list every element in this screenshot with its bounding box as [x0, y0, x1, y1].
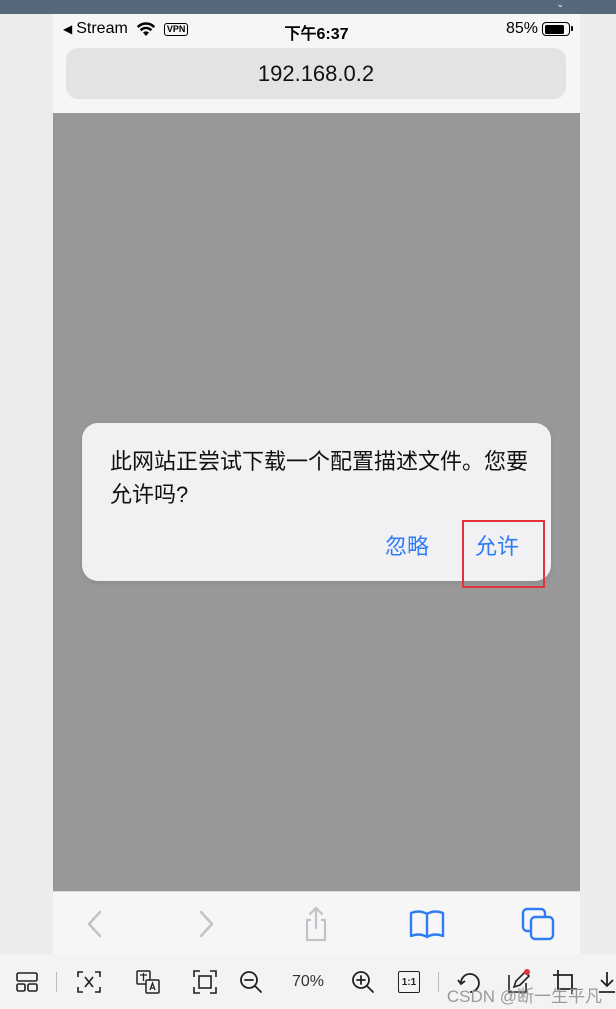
zoom-level[interactable]: 70%	[284, 968, 332, 996]
extract-text-button[interactable]	[76, 968, 102, 996]
address-bar[interactable]: 192.168.0.2	[66, 48, 566, 99]
actual-size-button[interactable]: 1:1	[396, 968, 422, 996]
fit-screen-icon	[193, 970, 217, 994]
share-button[interactable]	[298, 906, 334, 942]
dialog-message: 此网站正尝试下载一个配置描述文件。您要允许吗?	[110, 449, 529, 507]
tabs-button[interactable]	[520, 906, 556, 942]
zoom-out-icon	[240, 971, 262, 993]
actual-size-icon: 1:1	[398, 971, 420, 993]
window-top-strip: ⌄	[0, 0, 616, 14]
battery-fill	[544, 24, 565, 34]
zoom-in-button[interactable]	[350, 968, 376, 996]
bookmarks-icon	[409, 910, 445, 939]
extract-text-icon	[77, 971, 101, 993]
layout-icon	[16, 972, 38, 992]
fit-screen-button[interactable]	[192, 968, 218, 996]
forward-button[interactable]	[188, 906, 224, 942]
ignore-button[interactable]: 忽略	[385, 529, 429, 561]
safari-toolbar	[53, 891, 580, 954]
layout-button[interactable]	[14, 968, 40, 996]
translate-button[interactable]	[135, 968, 161, 996]
watermark: CSDN @断一生平凡	[446, 987, 602, 1006]
image-viewer-toolbar: 70% 1:1 CSDN @断一生平凡	[0, 954, 616, 1009]
back-button[interactable]	[77, 906, 113, 942]
battery-status: 85%	[505, 20, 573, 38]
status-bar: ◀ Stream VPN 下午6:37 85%	[53, 14, 580, 46]
zoom-out-button[interactable]	[238, 968, 264, 996]
chevron-down-icon: ⌄	[556, 0, 564, 9]
battery-percent: 85%	[505, 20, 538, 37]
status-time: 下午6:37	[284, 26, 349, 43]
toolbar-divider	[56, 972, 57, 992]
allow-highlight-box	[462, 520, 545, 588]
back-icon	[87, 910, 102, 938]
tabs-icon	[521, 907, 555, 941]
forward-icon	[199, 910, 214, 938]
bookmarks-button[interactable]	[409, 906, 445, 942]
translate-icon	[136, 970, 160, 994]
share-icon	[305, 906, 327, 942]
toolbar-divider	[438, 972, 439, 992]
battery-icon	[542, 22, 573, 36]
zoom-in-icon	[352, 971, 374, 993]
